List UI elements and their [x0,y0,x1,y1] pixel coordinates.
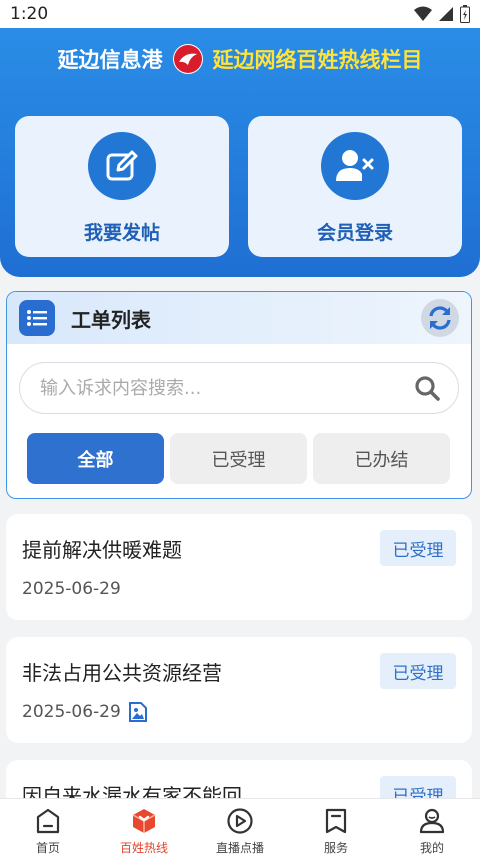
ticket-title: 提前解决供暖难题 [22,538,182,562]
post-button[interactable]: 我要发帖 [15,116,229,257]
brand-name: 延边信息港 [57,48,163,72]
search-bar [19,362,459,414]
header-title: 延边信息港 延边网络百姓热线栏目 [0,44,480,74]
hero-banner: 延边信息港 延边网络百姓热线栏目 我要发帖 会员登录 [0,28,480,277]
ticket-date: 2025-06-29 [22,579,121,599]
tab-accepted[interactable]: 已受理 [170,433,307,484]
nav-label: 直播点播 [215,841,264,855]
ticket-date-row: 2025-06-29 [22,702,147,722]
panel-title: 工单列表 [71,307,151,332]
status-time: 1:20 [10,4,49,24]
nav-label: 服务 [323,841,348,855]
signal-icon [439,7,453,21]
image-attachment-icon [128,702,147,722]
profile-icon [419,808,445,834]
nav-label: 百姓热线 [119,841,168,855]
nav-hotline[interactable]: 百姓热线 [96,799,192,861]
ticket-item[interactable]: 非法占用公共资源经营 2025-06-29 已受理 [6,637,472,743]
edit-icon [88,132,156,200]
refresh-icon[interactable] [421,299,459,337]
panel-header: 工单列表 [7,292,471,344]
nav-home[interactable]: 首页 [0,799,96,861]
nav-profile[interactable]: 我的 [384,799,480,861]
nav-live[interactable]: 直播点播 [192,799,288,861]
tab-completed[interactable]: 已办结 [313,433,450,484]
status-tabs: 全部 已受理 已办结 [27,433,450,484]
logo-icon [172,44,203,74]
hotline-icon [132,809,156,833]
search-icon[interactable] [414,375,440,401]
ticket-date: 2025-06-29 [22,702,121,722]
ticket-list-panel: 工单列表 全部 已受理 已办结 [6,291,472,499]
nav-service[interactable]: 服务 [288,799,384,861]
nav-label: 我的 [419,841,444,855]
user-login-icon [321,132,389,200]
status-bar: 1:20 [0,0,480,28]
nav-label: 首页 [35,841,60,855]
member-login-label: 会员登录 [316,222,393,244]
list-icon [19,300,55,336]
status-icons [414,5,470,23]
post-button-label: 我要发帖 [83,222,160,244]
status-badge: 已受理 [380,653,456,689]
column-title: 延边网络百姓热线栏目 [212,48,423,72]
tab-all[interactable]: 全部 [27,433,164,484]
ticket-title: 非法占用公共资源经营 [22,661,222,685]
member-login-button[interactable]: 会员登录 [248,116,462,257]
status-badge: 已受理 [380,530,456,566]
ticket-item[interactable]: 提前解决供暖难题 2025-06-29 已受理 [6,514,472,620]
wifi-icon [414,6,432,21]
bookmark-icon [325,808,347,834]
home-icon [36,808,60,834]
play-icon [227,808,253,834]
battery-icon [460,5,470,23]
search-input[interactable] [40,377,414,399]
ticket-date-row: 2025-06-29 [22,579,121,599]
bottom-nav: 首页 百姓热线 直播点播 服务 我的 [0,798,480,861]
